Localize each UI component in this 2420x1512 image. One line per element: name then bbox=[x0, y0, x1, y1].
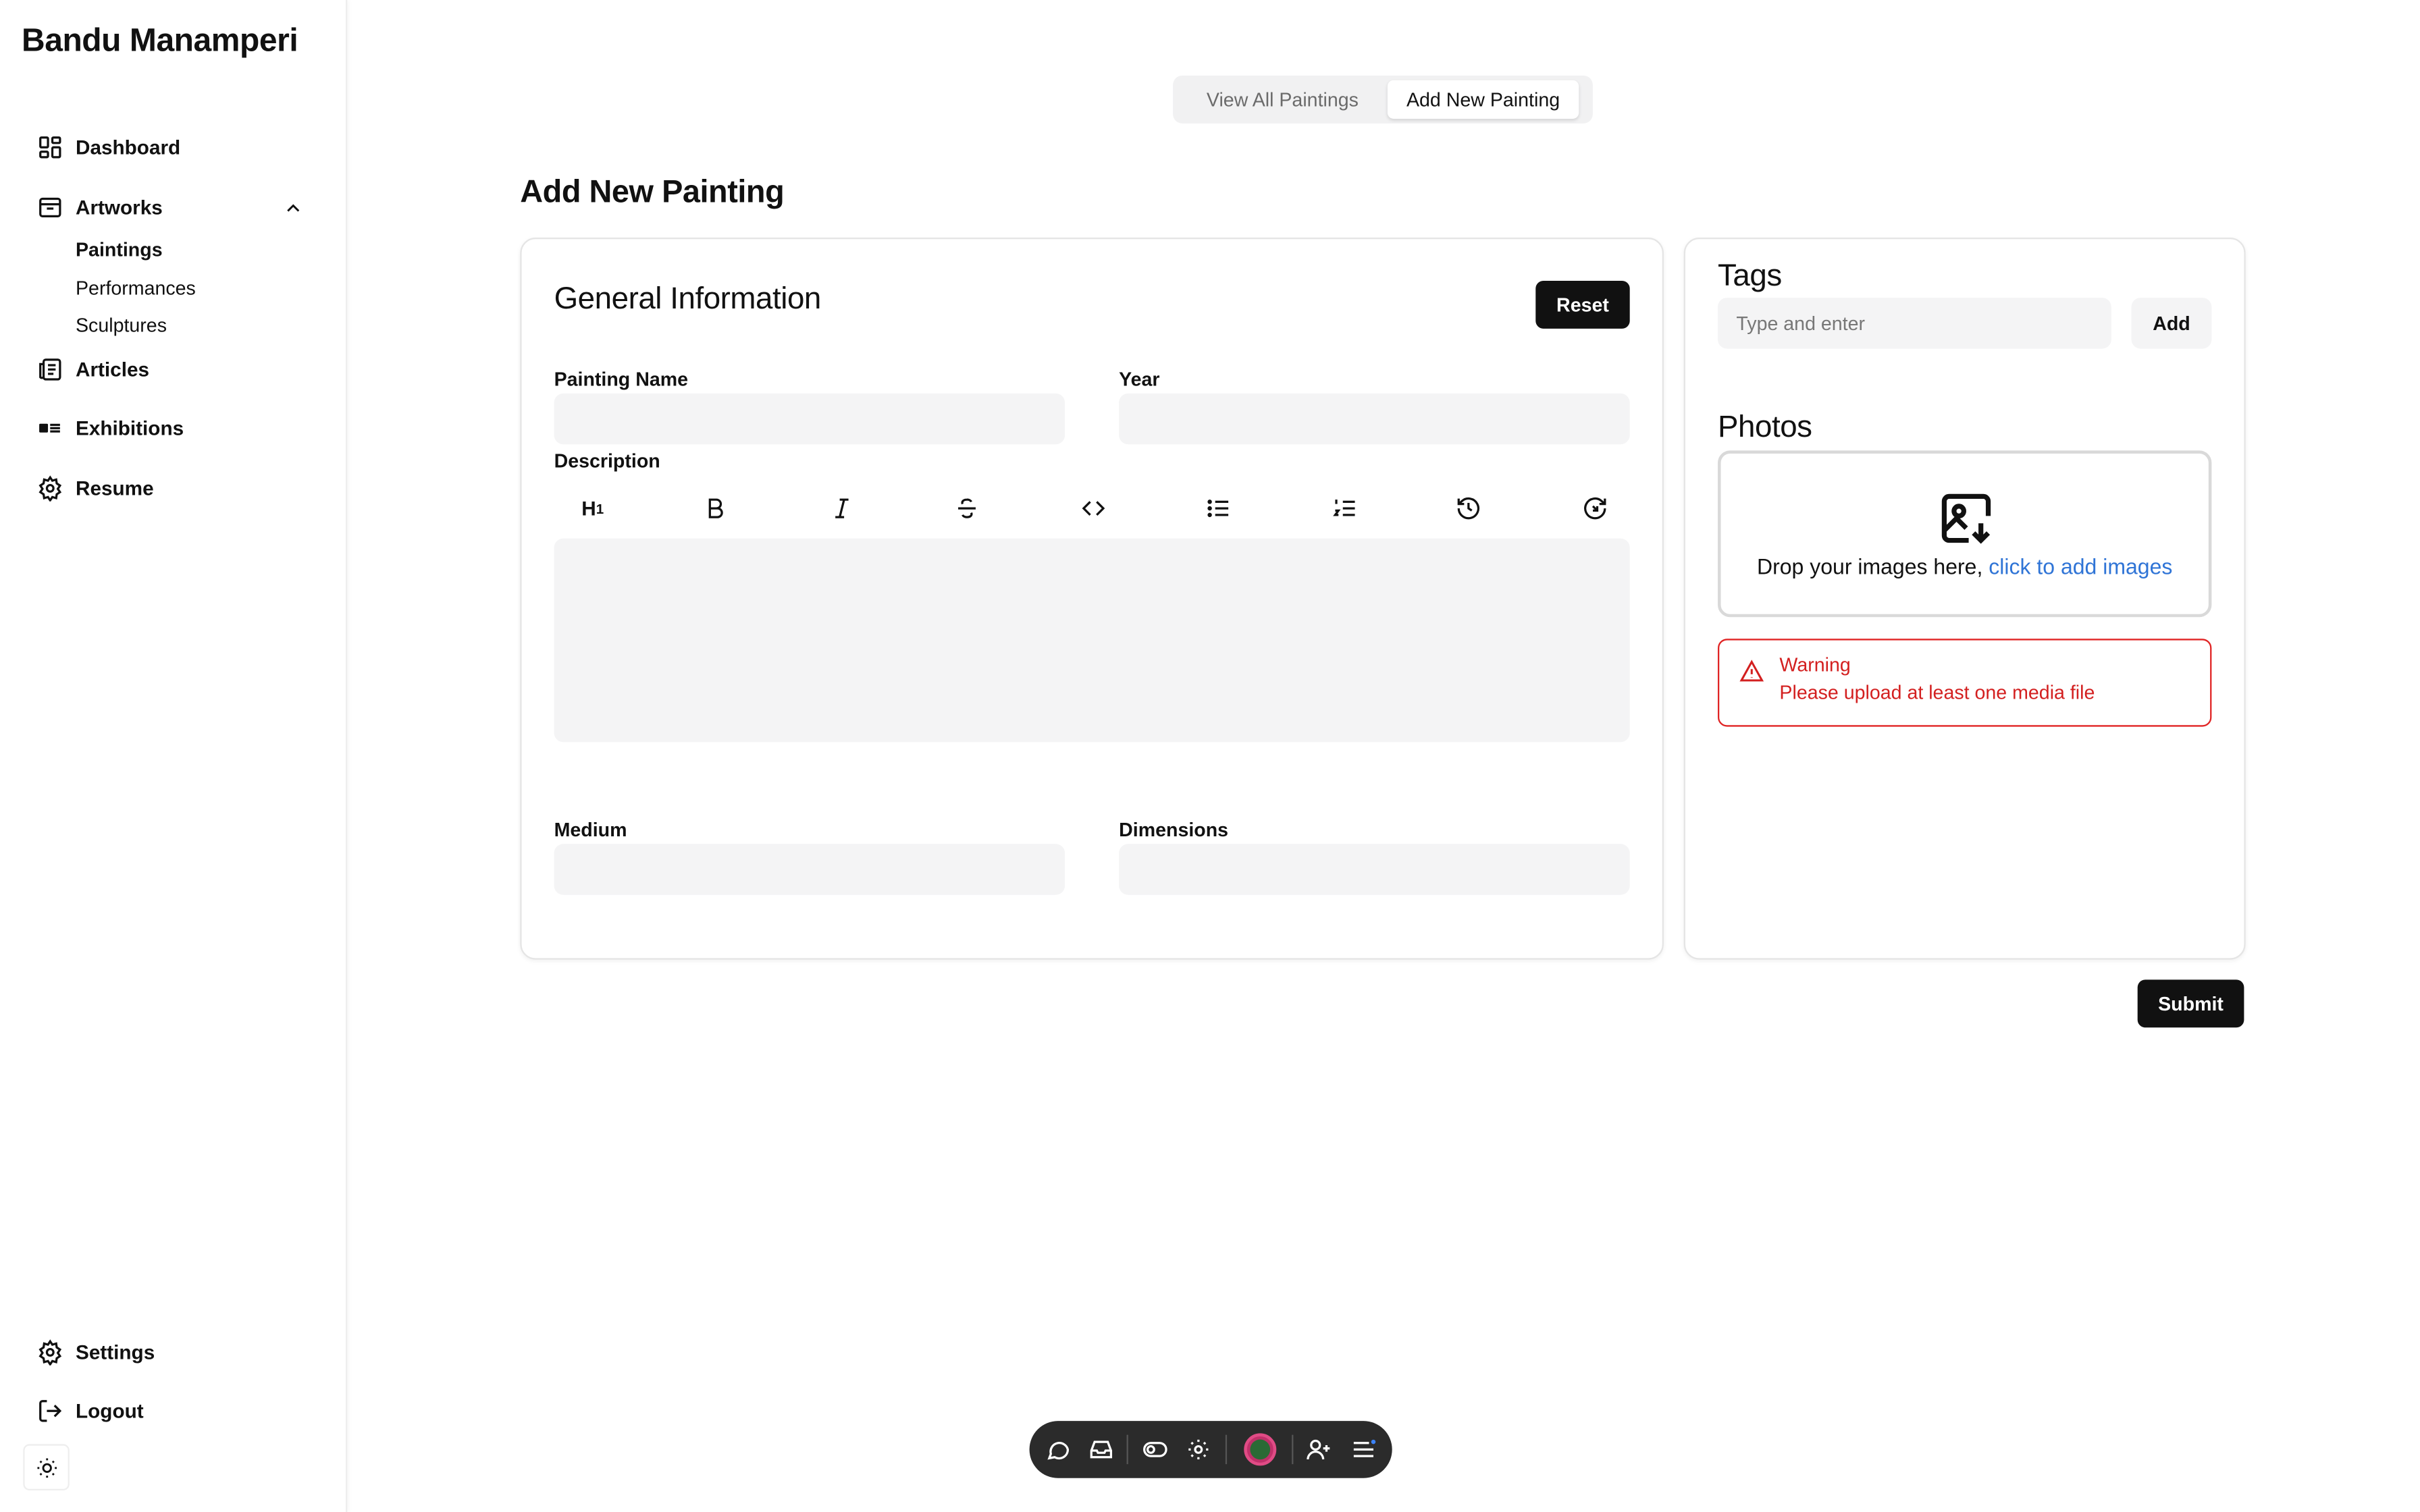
bottom-dock bbox=[1029, 1421, 1392, 1478]
nav-artworks-label: Artworks bbox=[75, 196, 163, 219]
dropzone-text: Drop your images here, click to add imag… bbox=[1721, 554, 2209, 579]
painting-name-label: Painting Name bbox=[554, 369, 689, 391]
general-information-card: General Information Reset Painting Name … bbox=[520, 237, 1664, 960]
tab-add-new-painting[interactable]: Add New Painting bbox=[1387, 80, 1579, 119]
page-title: Add New Painting bbox=[520, 174, 785, 210]
tag-input[interactable]: Type and enter bbox=[1717, 298, 2111, 349]
dashboard-icon bbox=[39, 136, 61, 159]
warning-title: Warning bbox=[1779, 654, 1851, 676]
image-download-icon bbox=[1941, 493, 1991, 544]
nav-articles[interactable]: Articles bbox=[37, 356, 149, 383]
general-information-title: General Information bbox=[554, 282, 822, 317]
theme-toggle-button[interactable] bbox=[23, 1444, 70, 1490]
nav-resume[interactable]: Resume bbox=[37, 475, 154, 502]
toggle-icon[interactable] bbox=[1142, 1436, 1168, 1463]
inbox-icon[interactable] bbox=[1088, 1436, 1114, 1463]
chat-icon[interactable] bbox=[1045, 1436, 1071, 1463]
warning-alert: Warning Please upload at least one media… bbox=[1717, 639, 2212, 727]
code-icon[interactable] bbox=[1079, 493, 1107, 521]
image-dropzone[interactable]: Drop your images here, click to add imag… bbox=[1717, 450, 2212, 618]
dimensions-input[interactable] bbox=[1119, 844, 1630, 895]
archive-icon bbox=[39, 197, 61, 217]
dimensions-label: Dimensions bbox=[1119, 819, 1229, 841]
description-label: Description bbox=[554, 450, 660, 473]
tags-photos-card: Tags Type and enter Add Photos Drop your… bbox=[1683, 237, 2246, 960]
painting-name-input[interactable] bbox=[554, 393, 1066, 445]
nav-logout[interactable]: Logout bbox=[37, 1398, 144, 1424]
brand-title: Bandu Manamperi bbox=[21, 23, 298, 59]
settings-gear-icon bbox=[38, 1339, 62, 1366]
photos-title: Photos bbox=[1717, 410, 1812, 445]
dropzone-instructions: Drop your images here, bbox=[1756, 554, 1983, 579]
tab-view-all-paintings[interactable]: View All Paintings bbox=[1178, 80, 1388, 119]
add-images-link[interactable]: click to add images bbox=[1989, 554, 2172, 579]
nav-exhibitions[interactable]: Exhibitions bbox=[37, 415, 184, 441]
redo-history-icon[interactable] bbox=[1581, 493, 1608, 521]
menu-icon[interactable] bbox=[1350, 1436, 1377, 1463]
nav-resume-label: Resume bbox=[75, 477, 154, 500]
newspaper-icon bbox=[39, 358, 61, 381]
medium-label: Medium bbox=[554, 819, 627, 841]
tags-title: Tags bbox=[1717, 259, 1782, 294]
logout-icon bbox=[39, 1400, 62, 1422]
sidebar: Bandu Manamperi Dashboard Artworks Paint… bbox=[0, 0, 348, 1512]
warning-message: Please upload at least one media file bbox=[1779, 682, 2095, 704]
add-user-icon[interactable] bbox=[1306, 1436, 1332, 1463]
submit-button[interactable]: Submit bbox=[2137, 979, 2244, 1028]
nav-artworks[interactable]: Artworks bbox=[37, 194, 163, 221]
sub-item-performances[interactable]: Performances bbox=[76, 277, 196, 299]
add-tag-button[interactable]: Add bbox=[2131, 298, 2212, 349]
medium-input[interactable] bbox=[554, 844, 1066, 895]
strikethrough-icon[interactable] bbox=[952, 493, 980, 521]
nav-articles-label: Articles bbox=[75, 358, 150, 381]
dock-divider bbox=[1126, 1434, 1128, 1465]
undo-history-icon[interactable] bbox=[1454, 493, 1481, 521]
nav-dashboard[interactable]: Dashboard bbox=[37, 134, 180, 161]
nav-logout-label: Logout bbox=[75, 1399, 144, 1423]
nav-settings-label: Settings bbox=[75, 1341, 155, 1364]
sub-item-paintings[interactable]: Paintings bbox=[76, 239, 163, 261]
ordered-list-icon[interactable] bbox=[1330, 493, 1358, 521]
bold-icon[interactable] bbox=[701, 493, 729, 521]
avatar-inner bbox=[1250, 1439, 1271, 1460]
reset-button[interactable]: Reset bbox=[1535, 280, 1630, 329]
description-editor[interactable] bbox=[554, 538, 1630, 742]
warning-triangle-icon bbox=[1739, 659, 1764, 682]
tab-bar: View All Paintings Add New Painting bbox=[1173, 75, 1593, 124]
nav-exhibitions-label: Exhibitions bbox=[75, 416, 184, 440]
sub-item-sculptures[interactable]: Sculptures bbox=[76, 315, 167, 336]
settings-cog-icon[interactable] bbox=[1185, 1436, 1211, 1463]
user-avatar[interactable] bbox=[1244, 1433, 1277, 1466]
heading-1-icon[interactable]: H1 bbox=[574, 493, 611, 521]
year-label: Year bbox=[1119, 369, 1160, 391]
year-input[interactable] bbox=[1119, 393, 1630, 445]
sun-icon bbox=[36, 1457, 56, 1477]
dock-divider bbox=[1292, 1434, 1294, 1465]
gear-icon bbox=[38, 475, 62, 502]
nav-dashboard-label: Dashboard bbox=[75, 136, 181, 159]
italic-icon[interactable] bbox=[827, 493, 855, 521]
chevron-up-icon[interactable] bbox=[282, 198, 304, 219]
nav-settings[interactable]: Settings bbox=[37, 1339, 155, 1366]
dock-divider bbox=[1225, 1434, 1228, 1465]
bullet-list-icon[interactable] bbox=[1204, 493, 1232, 521]
gallery-list-icon bbox=[39, 423, 60, 433]
